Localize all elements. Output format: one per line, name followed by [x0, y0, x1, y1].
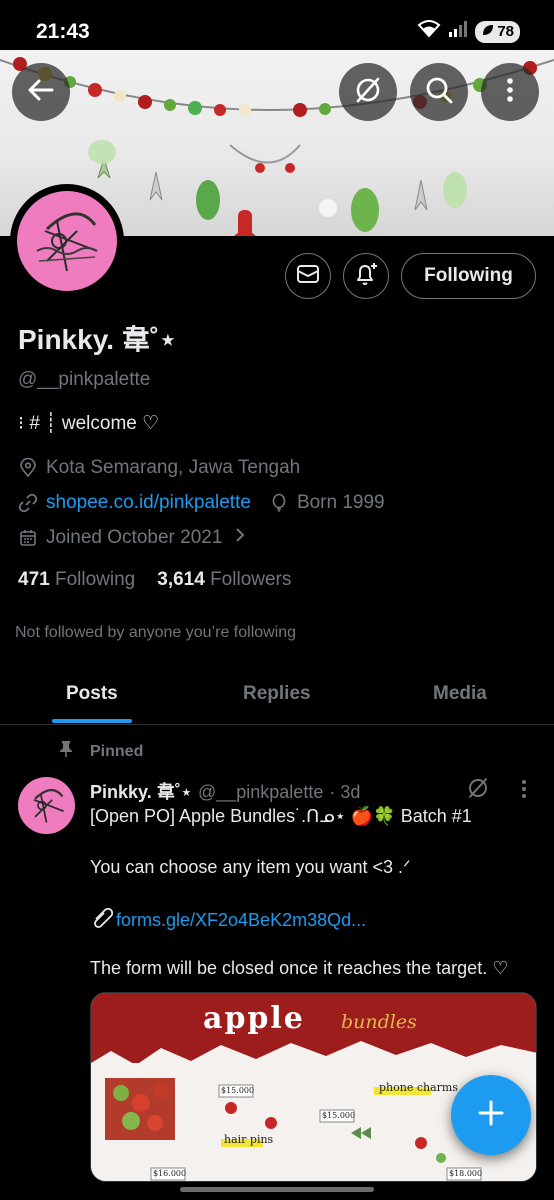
tab-posts[interactable]: Posts: [66, 683, 118, 705]
location-pin-icon: [18, 458, 38, 478]
search-button[interactable]: [410, 63, 468, 121]
tweet-link-row: forms.gle/XF2o4BeK2m38Qd...: [90, 907, 366, 934]
location-text: Kota Semarang, Jawa Tengah: [46, 457, 301, 478]
profile-tabs: Posts Replies Media: [0, 665, 554, 725]
message-button[interactable]: [285, 253, 331, 299]
location-row: Kota Semarang, Jawa Tengah: [18, 457, 300, 479]
notifications-button[interactable]: [343, 253, 389, 299]
profile-bio: ⁝ # ┊ welcome ♡: [18, 413, 160, 434]
status-bar: 21:43 78: [0, 0, 554, 50]
follow-counts: 471 Following 3,614 Followers: [18, 569, 291, 591]
website-birthday-row: shopee.co.id/pinkpalette Born 1999: [18, 492, 385, 514]
grok-icon: [353, 75, 383, 110]
compose-post-button[interactable]: [451, 1075, 531, 1155]
joined-text: Joined October 2021: [46, 527, 223, 548]
display-name: Pinkky. ⾱˚⋆: [18, 324, 177, 355]
active-tab-indicator: [52, 719, 132, 723]
status-icons: 78: [417, 20, 520, 43]
following-count: 471: [18, 569, 50, 590]
more-vertical-icon: [495, 75, 525, 110]
balloon-icon: [269, 493, 289, 513]
following-button[interactable]: Following: [401, 253, 536, 299]
joined-row[interactable]: Joined October 2021: [18, 527, 246, 549]
tweet-header: Pinkky. ⾱˚⋆ @__pinkpalette · 3d: [90, 778, 360, 804]
pinned-label-row: Pinned: [58, 740, 143, 763]
tweet-text-line1: [Open PO] Apple Bundles˙.ᑎᓄ⋆ 🍎🍀 Batch #1: [90, 806, 472, 826]
battery-level: 78: [497, 23, 514, 40]
tab-replies[interactable]: Replies: [243, 683, 311, 705]
poster-price-2: $15.000: [322, 1111, 356, 1120]
tab-media[interactable]: Media: [433, 683, 487, 705]
battery-indicator: 78: [475, 20, 520, 43]
status-time: 21:43: [36, 20, 90, 43]
chevron-right-icon: [234, 527, 246, 549]
tweet-more-icon[interactable]: [514, 778, 534, 805]
poster-price-3: $16.000: [153, 1169, 187, 1178]
poster-label-hair-pins: hair pins: [224, 1133, 274, 1146]
home-indicator[interactable]: [180, 1187, 374, 1192]
more-options-button[interactable]: [481, 63, 539, 121]
paperclip-icon: [90, 907, 116, 934]
poster-title: apple: [203, 1001, 305, 1036]
profile-handle: @__pinkpalette: [18, 369, 151, 390]
tweet-author-name[interactable]: Pinkky. ⾱˚⋆: [90, 778, 192, 804]
grok-button[interactable]: [339, 63, 397, 121]
avatar-image: [17, 191, 117, 291]
poster-subtitle: bundles: [341, 1011, 417, 1033]
followers-label: Followers: [210, 569, 292, 590]
back-button[interactable]: [12, 63, 70, 121]
profile-avatar[interactable]: [10, 184, 124, 298]
battery-leaf-icon: [481, 23, 495, 41]
tweet-text-line3: The form will be closed once it reaches …: [90, 958, 509, 978]
search-icon: [424, 75, 454, 110]
following-label: Following: [54, 569, 136, 590]
calendar-icon: [18, 528, 38, 548]
link-icon: [18, 493, 38, 513]
tweet-form-link[interactable]: forms.gle/XF2o4BeK2m38Qd...: [116, 910, 366, 931]
not-followed-note: Not followed by anyone you’re following: [15, 624, 297, 641]
mail-icon: [296, 262, 320, 291]
following-count-link[interactable]: 471 Following: [18, 569, 135, 591]
bell-plus-icon: [353, 261, 379, 292]
pin-icon: [58, 740, 74, 763]
arrow-left-icon: [26, 75, 56, 110]
website-link[interactable]: shopee.co.id/pinkpalette: [46, 492, 251, 514]
tweet-text-line2: You can choose any item you want <3 .ᐟ: [90, 857, 411, 877]
plus-icon: [476, 1098, 506, 1133]
birthday-text: Born 1999: [296, 492, 385, 513]
tweet-author-handle[interactable]: @__pinkpalette: [198, 782, 323, 803]
poster-label-phone-charms: phone charms: [379, 1081, 458, 1094]
tweet-time: · 3d: [329, 782, 361, 802]
pinned-label: Pinned: [90, 742, 144, 760]
wifi-icon: [417, 20, 441, 43]
signal-icon: [449, 21, 468, 42]
poster-price-4: $18.000: [449, 1169, 483, 1178]
poster-price-1: $15.000: [221, 1086, 255, 1095]
followers-count: 3,614: [157, 569, 205, 590]
tweet-grok-icon[interactable]: [466, 776, 490, 805]
tweet-author-avatar[interactable]: [18, 777, 75, 834]
followers-count-link[interactable]: 3,614 Followers: [157, 569, 291, 591]
